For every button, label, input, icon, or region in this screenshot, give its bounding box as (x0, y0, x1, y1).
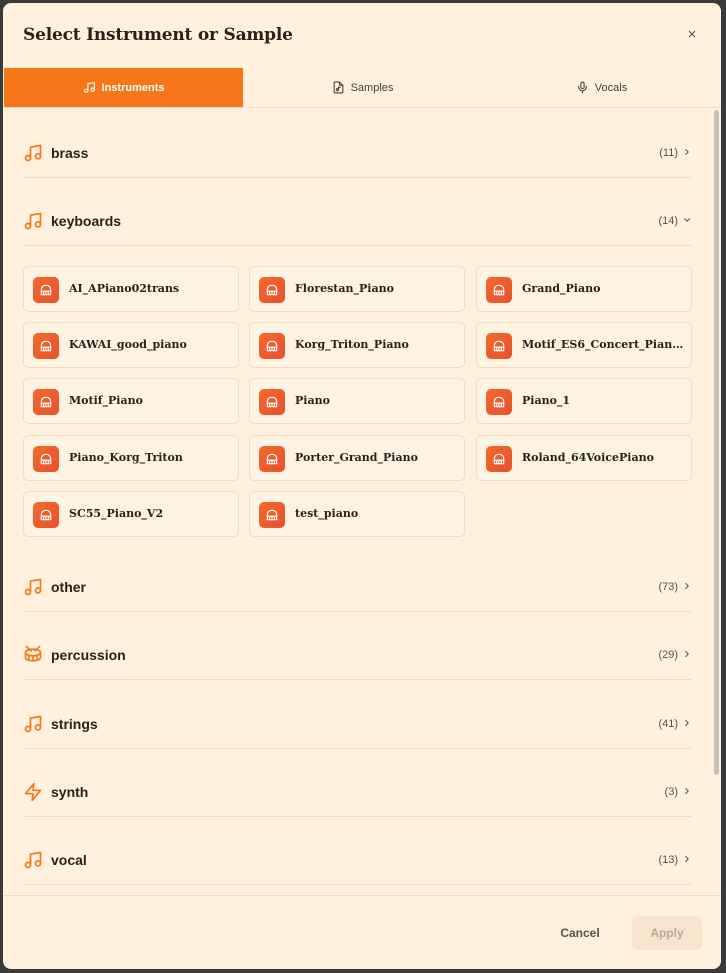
piano-icon (486, 446, 512, 472)
category-count: (73) (658, 581, 678, 593)
piano-icon (259, 389, 285, 415)
category-keyboards[interactable]: keyboards (14) (23, 178, 692, 246)
category-count: (41) (658, 718, 678, 730)
instrument-name: Korg_Triton_Piano (295, 338, 409, 351)
instrument-name: AI_APiano02trans (69, 282, 180, 295)
music-note-icon (24, 851, 42, 869)
instrument-card[interactable]: Porter_Grand_Piano (249, 435, 465, 481)
instrument-card[interactable]: test_piano (249, 491, 465, 537)
music-note-icon (24, 578, 42, 596)
instrument-name: Porter_Grand_Piano (295, 451, 418, 464)
instrument-name: KAWAI_good_piano (69, 338, 187, 351)
instrument-card[interactable]: Piano (249, 378, 465, 424)
microphone-icon (577, 81, 587, 94)
instrument-card[interactable]: SC55_Piano_V2 (23, 491, 239, 537)
instrument-name: Motif_ES6_Concert_Piano(12... (522, 338, 686, 351)
lightning-icon (24, 782, 42, 802)
category-name: vocal (51, 852, 87, 868)
tab-samples-label: Samples (350, 81, 394, 94)
chevron-right-icon (685, 148, 689, 156)
music-note-icon (24, 212, 42, 230)
chevron-right-icon (685, 855, 689, 863)
category-name: keyboards (51, 213, 122, 229)
category-name: brass (51, 145, 89, 161)
music-note-icon (24, 144, 42, 162)
piano-icon (259, 502, 285, 528)
chevron-right-icon (685, 719, 689, 727)
category-name: strings (51, 716, 98, 732)
dialog-header: Select Instrument or Sample × (3, 3, 721, 68)
instrument-name: Piano (295, 394, 330, 407)
category-percussion[interactable]: percussion (29) (23, 612, 692, 680)
instrument-name: Piano_Korg_Triton (69, 451, 183, 464)
category-vocal[interactable]: vocal (13) (23, 817, 692, 885)
piano-icon (259, 333, 285, 359)
instrument-name: SC55_Piano_V2 (69, 507, 164, 520)
instrument-card[interactable]: Motif_Piano (23, 378, 239, 424)
keyboards-grid: AI_APiano02trans Florestan_Piano Grand_Pia… (23, 266, 692, 538)
category-count: (3) (664, 786, 678, 798)
instrument-name: Florestan_Piano (295, 282, 394, 295)
music-note-icon (83, 82, 95, 93)
piano-icon (33, 446, 59, 472)
piano-icon (486, 333, 512, 359)
cancel-button[interactable]: Cancel (548, 916, 612, 950)
scrollbar-thumb[interactable] (714, 110, 719, 775)
instrument-name: Piano_1 (522, 394, 571, 407)
dialog-footer: Cancel Apply (3, 895, 721, 969)
instrument-card[interactable]: Korg_Triton_Piano (249, 322, 465, 368)
piano-icon (486, 389, 512, 415)
piano-icon (33, 502, 59, 528)
instrument-card[interactable]: KAWAI_good_piano (23, 322, 239, 368)
chevron-right-icon (685, 582, 689, 590)
chevron-right-icon (685, 787, 689, 795)
category-count: (14) (658, 215, 678, 227)
category-count: (13) (658, 854, 678, 866)
instrument-name: Grand_Piano (522, 282, 601, 295)
category-strings[interactable]: strings (41) (23, 681, 692, 749)
piano-icon (33, 277, 59, 303)
piano-icon (33, 389, 59, 415)
chevron-down-icon (683, 218, 691, 222)
apply-button[interactable]: Apply (632, 916, 702, 950)
category-name: other (51, 579, 86, 595)
tab-samples[interactable]: Samples (243, 68, 482, 107)
category-count: (11) (659, 147, 678, 159)
tab-vocals-label: Vocals (594, 81, 628, 94)
tab-vocals[interactable]: Vocals (482, 68, 721, 107)
category-other[interactable]: other (73) (23, 544, 692, 612)
scrollbar[interactable] (712, 108, 721, 895)
piano-icon (259, 446, 285, 472)
chevron-right-icon (685, 650, 689, 658)
instrument-card[interactable]: Grand_Piano (476, 266, 692, 312)
tab-instruments-label: Instruments (101, 81, 165, 94)
music-note-icon (24, 715, 42, 733)
dialog-title: Select Instrument or Sample (23, 25, 293, 45)
piano-icon (33, 333, 59, 359)
instrument-card[interactable]: Piano_1 (476, 378, 692, 424)
drum-icon (24, 645, 42, 662)
instrument-card[interactable]: AI_APiano02trans (23, 266, 239, 312)
instrument-card[interactable]: Motif_ES6_Concert_Piano(12... (476, 322, 692, 368)
tab-instruments[interactable]: Instruments (4, 68, 243, 107)
piano-icon (486, 277, 512, 303)
close-icon[interactable]: × (685, 27, 699, 42)
category-synth[interactable]: synth (3) (23, 749, 692, 817)
instrument-card[interactable]: Roland_64VoicePiano (476, 435, 692, 481)
instrument-card[interactable]: Florestan_Piano (249, 266, 465, 312)
category-count: (29) (658, 649, 678, 661)
instrument-dialog: Select Instrument or Sample × Instrument… (3, 3, 721, 969)
instrument-name: Roland_64VoicePiano (522, 451, 654, 464)
category-brass[interactable]: brass (11) (23, 110, 692, 178)
instrument-name: Motif_Piano (69, 394, 143, 407)
file-audio-icon (333, 81, 343, 94)
instrument-list: brass (11) keyboards (14) AI_APiano02tra… (3, 108, 712, 895)
category-name: percussion (51, 647, 126, 663)
instrument-name: test_piano (295, 507, 359, 520)
instrument-card[interactable]: Piano_Korg_Triton (23, 435, 239, 481)
piano-icon (259, 277, 285, 303)
category-name: synth (51, 784, 89, 800)
tab-bar: Instruments Samples Vocals (4, 68, 721, 108)
